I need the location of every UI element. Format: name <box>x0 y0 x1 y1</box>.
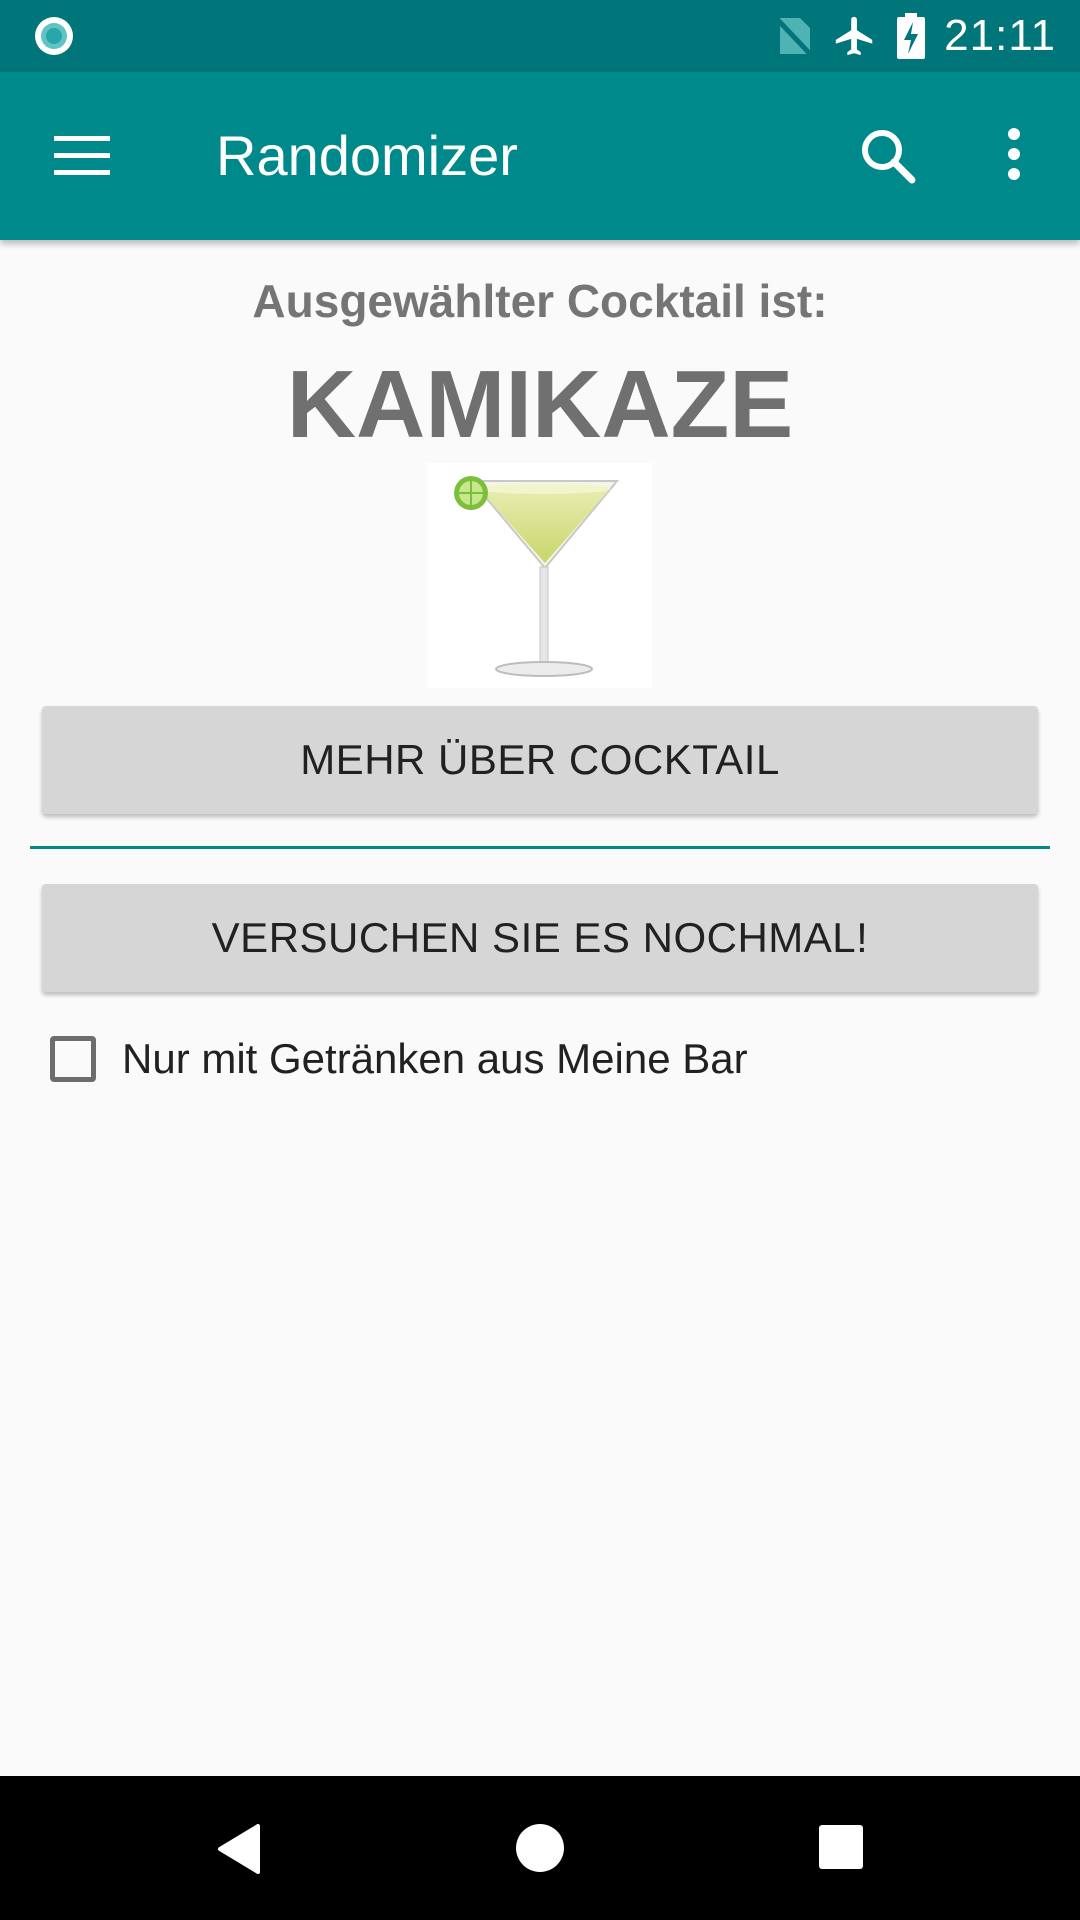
search-icon[interactable] <box>856 124 920 188</box>
status-time: 21:11 <box>944 11 1056 60</box>
more-options-icon[interactable] <box>996 124 1032 188</box>
status-bar: 21:11 <box>0 0 1080 72</box>
only-my-bar-checkbox-row[interactable]: Nur mit Getränken aus Meine Bar <box>50 1030 748 1088</box>
no-sim-icon <box>774 14 814 58</box>
app-title: Randomizer <box>216 124 518 187</box>
martini-glass-icon <box>427 463 652 688</box>
try-again-button[interactable]: VERSUCHEN SIE ES NOCHMAL! <box>42 884 1038 992</box>
battery-charging-icon <box>896 12 926 60</box>
navigation-bar <box>0 1776 1080 1920</box>
recent-apps-icon[interactable] <box>818 1824 864 1870</box>
notification-circle-icon <box>33 15 75 57</box>
selected-cocktail-heading: Ausgewählter Cocktail ist: <box>252 275 828 327</box>
only-my-bar-checkbox[interactable] <box>50 1036 96 1082</box>
more-about-cocktail-button[interactable]: MEHR ÜBER COCKTAIL <box>42 706 1038 814</box>
home-icon[interactable] <box>514 1822 566 1874</box>
status-icons: 21:11 <box>774 0 1056 72</box>
menu-icon[interactable] <box>52 134 112 178</box>
back-icon[interactable] <box>214 1822 264 1876</box>
airplane-mode-icon <box>832 13 878 59</box>
divider <box>30 846 1050 849</box>
checkbox-label: Nur mit Getränken aus Meine Bar <box>122 1035 748 1082</box>
app-bar: Randomizer <box>0 72 1080 240</box>
cocktail-name: KAMIKAZE <box>286 351 794 458</box>
